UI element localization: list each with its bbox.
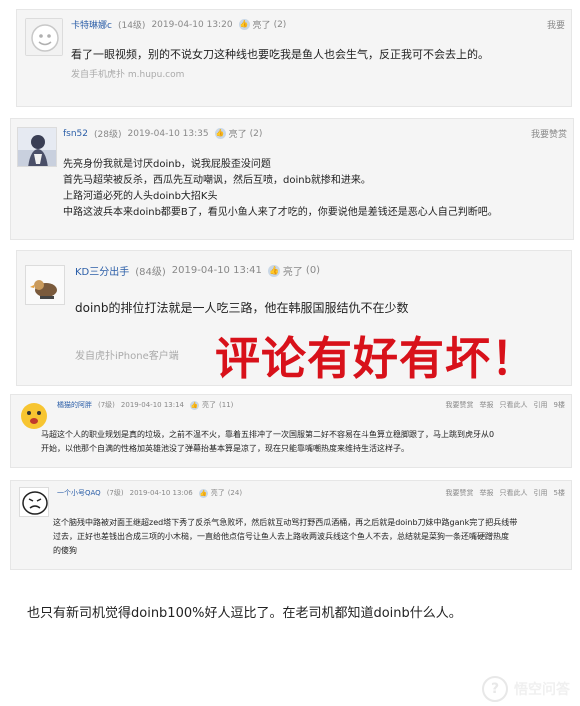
reward-link[interactable]: 我要赞赏 xyxy=(531,127,567,140)
thumbs-up-icon: 👍 xyxy=(198,488,208,498)
floor-number: 9楼 xyxy=(553,401,565,409)
comment-text-line: 上路河道必死的人头doinb大招K头 xyxy=(63,191,218,202)
bird-avatar-icon xyxy=(26,266,64,304)
watermark: ? 悟空问答 xyxy=(482,676,570,702)
default-avatar-icon xyxy=(26,19,62,55)
comment-card: 卡特琳娜c (14级) 2019-04-10 13:20 👍 亮了 (2) 我要… xyxy=(16,9,572,107)
like-button[interactable]: 👍 亮了 (24) xyxy=(198,488,242,498)
like-button[interactable]: 👍 亮了 (2) xyxy=(214,127,262,140)
avatar[interactable] xyxy=(19,401,49,431)
user-level: (7级) xyxy=(98,401,115,409)
comment-card: 一个小号QAQ (7级) 2019-04-10 13:06 👍 亮了 (24) … xyxy=(10,480,572,570)
only-this-user-link[interactable]: 只看此人 xyxy=(500,400,528,410)
comment-meta: 一个小号QAQ (7级) 2019-04-10 13:06 👍 亮了 (24) xyxy=(57,488,242,498)
report-link[interactable]: 举报 xyxy=(480,400,494,410)
comment-text-line: 马超这个人的职业规划是真的垃圾，之前不温不火，靠着五排冲了一次国服第二好不容易在… xyxy=(41,430,495,439)
user-level: (14级) xyxy=(117,21,146,31)
meme-face-avatar-icon xyxy=(20,488,48,516)
comment-text: 看了一眼视频，别的不说女刀这种线也要吃我是鱼人也会生气，反正我可不会去上的。 xyxy=(71,48,489,61)
post-date: 2019-04-10 13:14 xyxy=(120,401,185,409)
username-link[interactable]: 卡特琳娜c xyxy=(71,18,112,31)
thumbs-up-icon: 👍 xyxy=(190,400,200,410)
emoji-avatar-icon xyxy=(21,403,47,429)
quote-link[interactable]: 引用 xyxy=(534,400,548,410)
comment-card: 橘猫的阿胖 (7级) 2019-04-10 13:14 👍 亮了 (11) 我要… xyxy=(10,394,572,468)
thumbs-up-icon: 👍 xyxy=(267,264,280,277)
username-link[interactable]: 一个小号QAQ xyxy=(57,488,101,498)
username-link[interactable]: KD三分出手 xyxy=(75,263,129,278)
comment-text-line: 开始，以他那个自满的性格加英雄池没了弹幕抬基本算是凉了，现在只能靠嘴嘲热度来维持… xyxy=(41,444,409,453)
avatar[interactable] xyxy=(17,127,57,167)
user-level: (7级) xyxy=(106,489,124,497)
username-link[interactable]: fsn52 xyxy=(63,129,88,139)
comment-actions: 我要 xyxy=(541,18,565,31)
comment-text: doinb的排位打法就是一人吃三路，他在韩服国服结仇不在少数 xyxy=(75,301,409,315)
avatar[interactable] xyxy=(25,18,63,56)
post-date: 2019-04-10 13:20 xyxy=(151,19,233,30)
comment-meta: fsn52 (28级) 2019-04-10 13:35 👍 亮了 (2) xyxy=(63,127,262,140)
comment-text-line: 这个脑残中路被对面王继超zed塔下秀了反杀气急败坏，然后就互动骂打野西瓜酒桶，再… xyxy=(53,518,518,527)
anime-avatar-icon xyxy=(18,128,56,166)
avatar[interactable] xyxy=(25,265,65,305)
comment-text-line: 的傻狗 xyxy=(53,546,77,555)
watermark-text: 悟空问答 xyxy=(514,682,570,698)
thumbs-up-icon: 👍 xyxy=(214,128,226,139)
reward-link[interactable]: 我要赞赏 xyxy=(446,400,474,410)
wukong-logo-icon: ? xyxy=(482,676,508,702)
report-link[interactable]: 举报 xyxy=(480,488,494,498)
avatar[interactable] xyxy=(19,487,49,517)
comment-actions: 我要赞赏 举报 只看此人 引用 5楼 xyxy=(440,488,565,498)
username-link[interactable]: 橘猫的阿胖 xyxy=(57,400,92,410)
like-button[interactable]: 👍 亮了 (0) xyxy=(267,263,320,278)
reward-link[interactable]: 我要赞赏 xyxy=(446,488,474,498)
user-level: (28级) xyxy=(94,130,122,140)
comment-card: fsn52 (28级) 2019-04-10 13:35 👍 亮了 (2) 我要… xyxy=(10,118,574,240)
comment-meta: 卡特琳娜c (14级) 2019-04-10 13:20 👍 亮了 (2) xyxy=(71,18,286,31)
user-level: (84级) xyxy=(135,267,166,278)
answer-text: 也只有新司机觉得doinb100%好人逗比了。在老司机都知道doinb什么人。 xyxy=(27,606,462,621)
comment-text-line: 先亮身份我就是讨厌doinb，说我屁股歪没问题 xyxy=(63,159,271,170)
quote-link[interactable]: 引用 xyxy=(534,488,548,498)
post-date: 2019-04-10 13:41 xyxy=(171,265,262,276)
thumbs-up-icon: 👍 xyxy=(238,19,250,30)
comment-text-line: 中路这波兵本来doinb都要B了，看见小鱼人来了才吃的，你要说他是差钱还是恶心人… xyxy=(63,207,498,218)
comment-text-line: 过去，正好也差钱出合成三项的小木槌，一直给他点信号让鱼人去上路收两波兵线这个鱼人… xyxy=(53,532,509,541)
post-date: 2019-04-10 13:35 xyxy=(127,128,209,139)
comment-actions: 我要赞赏 举报 只看此人 引用 9楼 xyxy=(440,400,565,410)
floor-number: 5楼 xyxy=(553,489,565,497)
red-overlay-caption: 评论有好有坏！ xyxy=(215,332,538,385)
post-date: 2019-04-10 13:06 xyxy=(129,489,193,497)
only-this-user-link[interactable]: 只看此人 xyxy=(500,488,528,498)
comment-meta: KD三分出手 (84级) 2019-04-10 13:41 👍 亮了 (0) xyxy=(75,263,320,278)
comment-meta: 橘猫的阿胖 (7级) 2019-04-10 13:14 👍 亮了 (11) xyxy=(57,400,233,410)
like-button[interactable]: 👍 亮了 (11) xyxy=(190,400,233,410)
comment-actions: 我要赞赏 xyxy=(525,127,567,140)
comment-text-line: 首先马超荣被反杀，西瓜先互动嘲讽，然后互喷，doinb就掺和进来。 xyxy=(63,175,371,186)
post-source: 发自手机虎扑 m.hupu.com xyxy=(71,70,185,80)
like-button[interactable]: 👍 亮了 (2) xyxy=(238,18,286,31)
reward-link[interactable]: 我要 xyxy=(547,18,565,31)
post-source: 发自虎扑iPhone客户端 xyxy=(75,351,179,362)
